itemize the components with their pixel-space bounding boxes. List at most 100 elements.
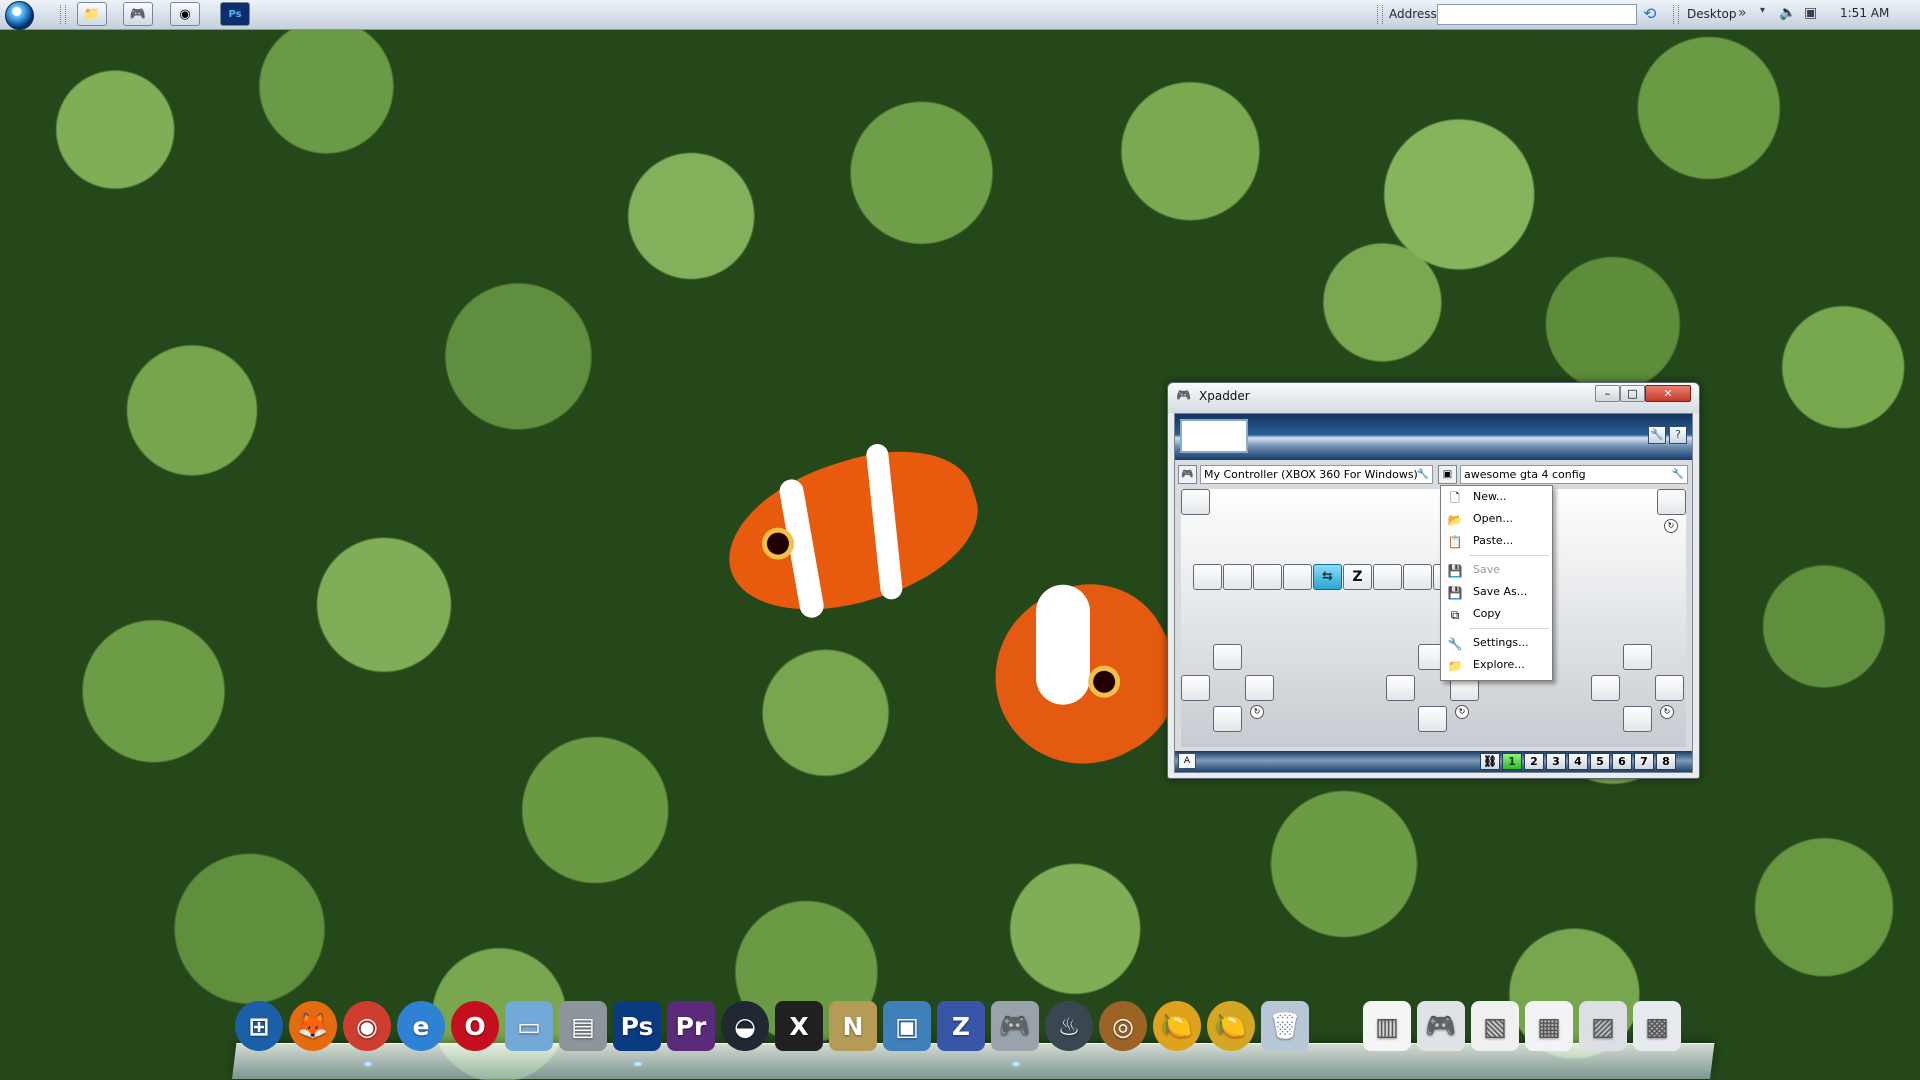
right-bumper-slot[interactable]: [1657, 489, 1686, 515]
gamepad-dock-icon[interactable]: 🎮: [991, 1001, 1039, 1051]
explore-folder-icon: 📁: [1447, 659, 1463, 673]
controller-image-box[interactable]: [1180, 419, 1248, 453]
menu-item-copy[interactable]: ⧉ Copy: [1441, 604, 1552, 624]
toolbar-overflow-icon[interactable]: »: [1738, 5, 1747, 21]
z-key-slot[interactable]: Z: [1343, 564, 1372, 590]
menu-item-explore[interactable]: 📁 Explore...: [1441, 655, 1552, 675]
network-icon[interactable]: ▣: [1804, 5, 1817, 21]
menu-item-open[interactable]: 📂 Open...: [1441, 509, 1552, 529]
gamepad-icon[interactable]: 🎮: [123, 2, 153, 26]
picker-icon[interactable]: 🔧: [1672, 466, 1684, 483]
menu-item-new[interactable]: 🗋 New...: [1441, 487, 1552, 507]
set-3-button[interactable]: 3: [1546, 753, 1566, 770]
documents-stack-icon[interactable]: ▥: [1363, 1001, 1411, 1051]
left-stick-up-slot[interactable]: [1213, 644, 1242, 670]
key-slot[interactable]: [1223, 564, 1252, 590]
left-stick-right-slot[interactable]: [1245, 675, 1274, 701]
photo-stack-icon[interactable]: ▩: [1633, 1001, 1681, 1051]
right-stick-up-slot[interactable]: [1623, 644, 1652, 670]
left-stick-left-slot[interactable]: [1181, 675, 1210, 701]
right-stick-click-icon[interactable]: ↻: [1660, 705, 1674, 719]
fl-studio-icon[interactable]: 🍋: [1153, 1001, 1201, 1051]
right-stick-down-slot[interactable]: [1623, 706, 1652, 732]
set-1-button[interactable]: 1: [1502, 753, 1522, 770]
photoshop-icon[interactable]: Ps: [220, 2, 250, 26]
close-button[interactable]: ✕: [1645, 385, 1691, 402]
set-6-button[interactable]: 6: [1612, 753, 1632, 770]
tab-key-slot[interactable]: ⇆: [1313, 564, 1342, 590]
opera-icon[interactable]: O: [451, 1001, 499, 1051]
set-4-button[interactable]: 4: [1568, 753, 1588, 770]
chrome-icon[interactable]: ◉: [170, 2, 200, 26]
set-5-button[interactable]: 5: [1590, 753, 1610, 770]
maximize-button[interactable]: □: [1620, 385, 1645, 402]
windows-orb-icon[interactable]: [5, 1, 34, 30]
minimize-button[interactable]: –: [1595, 385, 1620, 402]
internet-explorer-icon[interactable]: e: [397, 1001, 445, 1051]
dropdown-arrow-icon[interactable]: ▾: [1760, 5, 1765, 16]
right-stick-left-slot[interactable]: [1591, 675, 1620, 701]
desktop-toolbar-grip[interactable]: [1673, 5, 1679, 24]
set-8-button[interactable]: 8: [1656, 753, 1676, 770]
controller-icon[interactable]: 🎮: [1178, 465, 1197, 484]
menu-item-label: Copy: [1473, 607, 1501, 620]
firefox-icon[interactable]: 🦊: [289, 1001, 337, 1051]
window-stack-icon[interactable]: ▨: [1579, 1001, 1627, 1051]
xbox-controller-app-icon[interactable]: ◒: [721, 1001, 769, 1051]
clock[interactable]: 1:51 AM: [1840, 6, 1889, 20]
help-icon[interactable]: ?: [1669, 426, 1687, 444]
fl-studio-icon-2[interactable]: 🍋: [1207, 1001, 1255, 1051]
dpad-left-slot[interactable]: [1386, 675, 1415, 701]
wrench-icon[interactable]: 🔧: [1648, 426, 1666, 444]
menu-item-label: Open...: [1473, 512, 1513, 525]
key-slot[interactable]: [1283, 564, 1312, 590]
folder-stack-icon[interactable]: ▦: [1525, 1001, 1573, 1051]
steam-icon[interactable]: ♨: [1045, 1001, 1093, 1051]
dpad-click-icon[interactable]: ↻: [1455, 705, 1469, 719]
orb-app-icon[interactable]: ◎: [1099, 1001, 1147, 1051]
menu-item-save-as[interactable]: 💾 Save As...: [1441, 582, 1552, 602]
picker-icon[interactable]: 🔧: [1417, 466, 1429, 483]
key-slot[interactable]: [1373, 564, 1402, 590]
set-7-button[interactable]: 7: [1634, 753, 1654, 770]
image-stack-icon[interactable]: ▧: [1471, 1001, 1519, 1051]
key-slot[interactable]: [1193, 564, 1222, 590]
go-refresh-icon[interactable]: ⟲: [1643, 4, 1656, 23]
set-2-button[interactable]: 2: [1524, 753, 1544, 770]
left-stick-down-slot[interactable]: [1213, 706, 1242, 732]
menu-item-paste[interactable]: 📋 Paste...: [1441, 531, 1552, 551]
profile-icon[interactable]: ▣: [1438, 465, 1457, 484]
drive-icon[interactable]: ▤: [559, 1001, 607, 1051]
profile-selector[interactable]: awesome gta 4 config 🔧: [1460, 465, 1688, 484]
taskbar-grip[interactable]: [60, 5, 66, 24]
right-stick-right-slot[interactable]: [1655, 675, 1684, 701]
x-app-icon[interactable]: X: [775, 1001, 823, 1051]
folder-icon[interactable]: ▭: [505, 1001, 553, 1051]
controller-stack-icon[interactable]: 🎮: [1417, 1001, 1465, 1051]
recycle-bin-icon[interactable]: 🗑: [1261, 1001, 1309, 1051]
monitor-icon[interactable]: ▣: [883, 1001, 931, 1051]
left-bumper-slot[interactable]: [1181, 489, 1210, 515]
nvidia-n-icon[interactable]: N: [829, 1001, 877, 1051]
address-toolbar-grip[interactable]: [1377, 5, 1383, 24]
premiere-icon[interactable]: Pr: [667, 1001, 715, 1051]
menu-item-settings[interactable]: 🔧 Settings...: [1441, 633, 1552, 653]
photoshop-dock-icon[interactable]: Ps: [613, 1001, 661, 1051]
key-slot[interactable]: [1403, 564, 1432, 590]
speaker-icon[interactable]: 🔈: [1779, 5, 1796, 21]
xpadder-header: 🔧 ?: [1175, 414, 1692, 460]
key-slot[interactable]: [1253, 564, 1282, 590]
controller-selector[interactable]: My Controller (XBOX 360 For Windows) 🔧: [1200, 465, 1433, 484]
explorer-folder-icon[interactable]: 📁: [77, 2, 107, 26]
right-stick-click-icon[interactable]: ↻: [1664, 519, 1678, 533]
dpad-down-slot[interactable]: [1418, 706, 1447, 732]
left-stick-click-icon[interactable]: ↻: [1250, 705, 1264, 719]
chrome-dock-icon[interactable]: ◉: [343, 1001, 391, 1051]
3d-app-icon[interactable]: Z: [937, 1001, 985, 1051]
paste-icon: 📋: [1447, 535, 1463, 549]
set-link-icon[interactable]: ⛓: [1480, 753, 1500, 770]
desktop-toolbar-label[interactable]: Desktop: [1687, 7, 1737, 21]
windows-start-dock-icon[interactable]: ⊞: [235, 1001, 283, 1051]
text-mode-button[interactable]: A: [1178, 753, 1196, 769]
address-input[interactable]: [1437, 4, 1637, 25]
